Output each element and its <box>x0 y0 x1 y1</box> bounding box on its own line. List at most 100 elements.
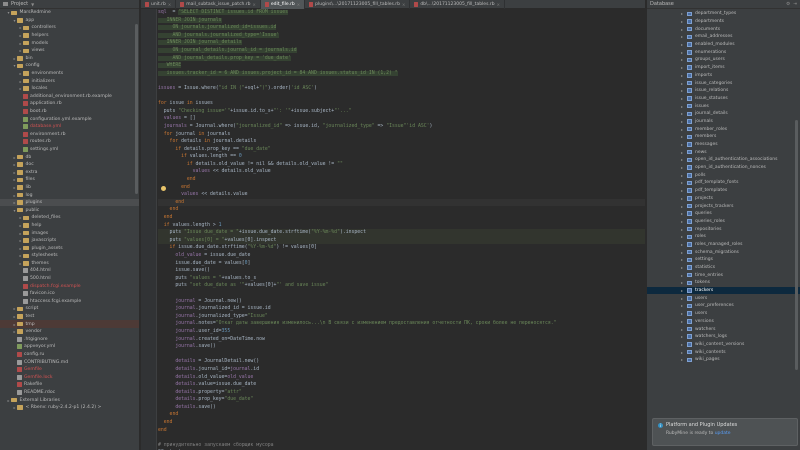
tree-item[interactable]: config.ru <box>0 351 139 359</box>
database-table-item[interactable]: ▸ projects_trackers <box>647 202 800 210</box>
editor-tab[interactable]: mail_subtask_issue_patch.rb × <box>176 0 261 9</box>
code-line[interactable]: INNER JOIN journal_details <box>158 39 645 47</box>
code-line[interactable] <box>158 290 645 298</box>
tree-item[interactable]: ▸ helpers <box>0 32 139 40</box>
code-line[interactable]: issue.due_date = values[0] <box>158 260 645 268</box>
tree-item[interactable]: ▸ stylesheets <box>0 252 139 260</box>
close-tab-icon[interactable]: × <box>253 2 256 7</box>
tree-item[interactable]: environment.rb <box>0 131 139 139</box>
database-table-item[interactable]: ▸ journal_details <box>647 110 800 118</box>
code-line[interactable]: puts "values = "+values.to_s <box>158 275 645 283</box>
database-table-item[interactable]: ▸ repositories <box>647 225 800 233</box>
code-line[interactable]: for issue in issues <box>158 100 645 108</box>
database-table-item[interactable]: ▸ statistics <box>647 264 800 272</box>
code-line[interactable]: details = JournalDetail.new() <box>158 358 645 366</box>
database-table-item[interactable]: ▸ polls <box>647 171 800 179</box>
database-table-item[interactable]: ▸ wiki_content_versions <box>647 341 800 349</box>
tree-item[interactable]: ▸ test <box>0 313 139 321</box>
tree-item[interactable]: additional_environment.rb.example <box>0 93 139 101</box>
database-table-item[interactable]: ▸ roles_managed_roles <box>647 241 800 249</box>
tree-item[interactable]: ▸ bin <box>0 55 139 63</box>
tree-item[interactable]: ▾ config <box>0 62 139 70</box>
tree-item[interactable]: ▸ environments <box>0 70 139 78</box>
tree-item[interactable]: README.rdoc <box>0 389 139 397</box>
close-tab-icon[interactable]: × <box>402 2 405 7</box>
editor-tab[interactable]: edit_file.rb × <box>260 0 306 9</box>
code-line[interactable] <box>158 434 645 442</box>
database-table-item[interactable]: ▸ roles <box>647 233 800 241</box>
tree-item[interactable]: htaccess.fcgi.example <box>0 298 139 306</box>
database-table-item[interactable]: ▸ email_addresses <box>647 33 800 41</box>
code-line[interactable] <box>158 351 645 359</box>
editor-tab[interactable]: unit.rb × <box>141 0 177 9</box>
database-table-item[interactable]: ▸ tokens <box>647 279 800 287</box>
database-table-item[interactable]: ▸ queries_roles <box>647 218 800 226</box>
project-scrollbar[interactable] <box>135 24 138 194</box>
code-line[interactable]: puts "values[0] = "+values[0].inspect <box>158 236 645 245</box>
code-line[interactable]: values << details.value <box>158 191 645 199</box>
database-table-item[interactable]: ▸ documents <box>647 25 800 33</box>
code-line[interactable]: for details in journal.details <box>158 138 645 146</box>
tree-item[interactable]: ▸ External Libraries <box>0 396 139 404</box>
code-line[interactable]: end <box>158 184 645 192</box>
database-table-item[interactable]: ▸ departments <box>647 18 800 26</box>
database-table-item[interactable]: ▸ members <box>647 133 800 141</box>
database-table-item[interactable]: ▸ open_id_authentication_nonces <box>647 164 800 172</box>
database-table-item[interactable]: ▸ users <box>647 310 800 318</box>
close-tab-icon[interactable]: × <box>168 2 171 7</box>
tree-item[interactable]: favicon.ico <box>0 290 139 298</box>
code-line[interactable]: puts "set due_date as '"+values[0]+"' an… <box>158 282 645 290</box>
database-table-item[interactable]: ▸ users <box>647 294 800 302</box>
code-line[interactable]: issues = Issue.where("id IN ("+sql+")").… <box>158 85 645 93</box>
tree-item[interactable]: ▸ controllers <box>0 24 139 32</box>
tree-item[interactable]: Gemfile.lock <box>0 374 139 382</box>
database-table-item[interactable]: ▸ issue_statuses <box>647 95 800 103</box>
tree-item[interactable]: 404.html <box>0 267 139 275</box>
code-line[interactable]: end <box>158 176 645 184</box>
tree-item[interactable]: ▾ app <box>0 17 139 25</box>
tree-item[interactable]: ▸ locales <box>0 85 139 93</box>
database-table-item[interactable]: ▸ watchers <box>647 325 800 333</box>
code-line[interactable]: details.value=issue.due_date <box>158 381 645 389</box>
code-line[interactable]: if values.length > 1 <box>158 222 645 230</box>
tree-item[interactable]: database.yml <box>0 123 139 131</box>
database-table-item[interactable]: ▸ versions <box>647 318 800 326</box>
code-line[interactable]: journal.user_id=355 <box>158 328 645 336</box>
code-line[interactable] <box>158 77 645 85</box>
database-table-item[interactable]: ▸ journals <box>647 118 800 126</box>
database-table-item[interactable]: ▸ user_preferences <box>647 302 800 310</box>
settings-gear-icon[interactable]: ⚙ <box>786 2 790 7</box>
database-table-item[interactable]: ▸ queries <box>647 210 800 218</box>
tree-item[interactable]: ▸ initializers <box>0 77 139 85</box>
tree-item[interactable]: ▸ log <box>0 191 139 199</box>
database-table-item[interactable]: ▸ wiki_pages <box>647 356 800 364</box>
editor-tab[interactable]: db\...\20171123005_fill_tables.rb × <box>410 0 505 9</box>
code-line[interactable]: puts "Checking issue='"+issue.id.to_s+"'… <box>158 108 645 116</box>
intention-bulb-icon[interactable] <box>161 186 166 191</box>
tree-item[interactable]: ▸ views <box>0 47 139 55</box>
project-panel-title[interactable]: Project <box>11 1 28 7</box>
code-line[interactable]: end <box>158 214 645 222</box>
hide-panel-icon[interactable]: ⇥ <box>793 2 797 7</box>
code-editor[interactable]: sql = "SELECT DISTINCT issues.id FROM is… <box>158 9 645 450</box>
database-table-item[interactable]: ▸ messages <box>647 141 800 149</box>
database-table-item[interactable]: ▸ issue_relations <box>647 87 800 95</box>
code-line[interactable]: if details.prop_key == "due_date" <box>158 146 645 154</box>
code-line[interactable]: end <box>158 206 645 214</box>
code-line[interactable]: values << details.old_value <box>158 168 645 176</box>
code-line[interactable]: details.property="attr" <box>158 389 645 397</box>
tree-item[interactable]: dispatch.fcgi.example <box>0 282 139 290</box>
tree-item[interactable]: ▸ plugins <box>0 198 139 207</box>
tree-item[interactable]: ▸ plugin_assets <box>0 244 139 252</box>
code-line[interactable]: journal.save() <box>158 343 645 351</box>
database-table-item[interactable]: ▸ time_entries <box>647 271 800 279</box>
database-table-item[interactable]: ▸ news <box>647 148 800 156</box>
tree-item[interactable]: ▸ help <box>0 222 139 230</box>
database-table-item[interactable]: ▸ issue_categories <box>647 79 800 87</box>
code-line[interactable]: details.save() <box>158 404 645 412</box>
database-table-item[interactable]: ▸ trackers <box>647 286 800 295</box>
database-table-item[interactable]: ▸ department_types <box>647 10 800 18</box>
tree-item[interactable]: ▾ MarsRedmine <box>0 9 139 17</box>
tree-item[interactable]: ▸ < Rbenv: ruby-2.4.2-p1 (2.4.2) > <box>0 404 139 412</box>
database-table-item[interactable]: ▸ import_items <box>647 64 800 72</box>
